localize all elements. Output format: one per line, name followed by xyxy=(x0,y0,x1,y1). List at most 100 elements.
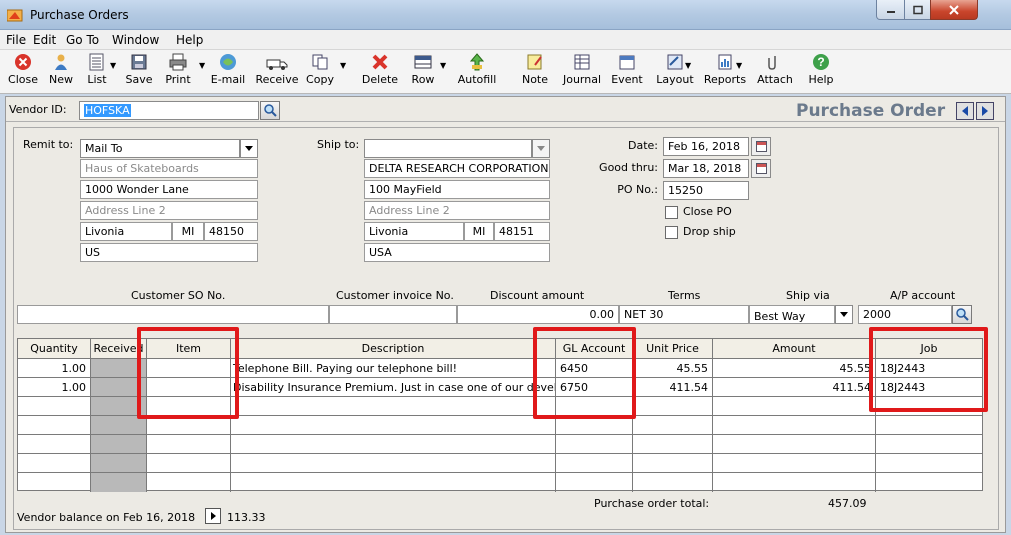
close-window-button[interactable] xyxy=(930,0,978,20)
drop-ship-checkbox[interactable] xyxy=(665,226,678,239)
remit-name-field[interactable]: Haus of Skateboards xyxy=(80,159,258,178)
po-number-field[interactable]: 15250 xyxy=(663,181,749,200)
empty-cell[interactable] xyxy=(713,397,876,416)
ship-via-dropdown-button[interactable] xyxy=(835,305,853,324)
menu-help[interactable]: Help xyxy=(176,33,203,47)
ship-address1-field[interactable]: 100 MayField xyxy=(364,180,550,199)
empty-cell[interactable] xyxy=(713,473,876,492)
empty-cell[interactable] xyxy=(556,473,633,492)
empty-cell[interactable] xyxy=(876,435,982,454)
maximize-button[interactable] xyxy=(904,0,931,20)
empty-cell[interactable] xyxy=(231,473,556,492)
ship-state-field[interactable]: MI xyxy=(464,222,494,241)
empty-cell[interactable] xyxy=(147,454,231,473)
row1-unit-price[interactable]: 45.55 xyxy=(633,359,713,378)
ship-to-select[interactable] xyxy=(364,139,532,158)
row2-amount[interactable]: 411.54 xyxy=(713,378,876,397)
autofill-button[interactable]: Autofill xyxy=(456,53,498,91)
empty-cell[interactable] xyxy=(556,435,633,454)
remit-country-field[interactable]: US xyxy=(80,243,258,262)
vendor-id-field[interactable]: HOFSKA xyxy=(79,101,259,120)
vendor-balance-detail-button[interactable] xyxy=(205,508,221,524)
row2-unit-price[interactable]: 411.54 xyxy=(633,378,713,397)
empty-cell[interactable] xyxy=(633,397,713,416)
remit-zip-field[interactable]: 48150 xyxy=(204,222,258,241)
empty-cell[interactable] xyxy=(147,435,231,454)
delete-button[interactable]: Delete xyxy=(360,53,400,91)
row1-amount[interactable]: 45.55 xyxy=(713,359,876,378)
ap-account-field[interactable]: 2000 xyxy=(858,305,952,324)
vendor-lookup-button[interactable] xyxy=(260,101,280,120)
list-button[interactable]: List ▼ xyxy=(80,53,116,91)
date-calendar-button[interactable] xyxy=(751,137,771,156)
reports-button[interactable]: Reports ▼ xyxy=(700,53,750,91)
help-button[interactable]: ? Help xyxy=(806,53,836,91)
good-thru-calendar-button[interactable] xyxy=(751,159,771,178)
empty-cell[interactable] xyxy=(876,416,982,435)
ship-address2-field[interactable]: Address Line 2 xyxy=(364,201,550,220)
ship-zip-field[interactable]: 48151 xyxy=(494,222,550,241)
customer-invoice-field[interactable] xyxy=(329,305,457,324)
previous-record-button[interactable] xyxy=(956,102,974,120)
note-button[interactable]: Note xyxy=(520,53,550,91)
remit-address1-field[interactable]: 1000 Wonder Lane xyxy=(80,180,258,199)
empty-cell[interactable] xyxy=(713,435,876,454)
row2-description[interactable]: Disability Insurance Premium. Just in ca… xyxy=(231,378,556,397)
ship-via-select[interactable]: Best Way xyxy=(749,305,835,324)
save-button[interactable]: Save xyxy=(124,53,154,91)
empty-cell[interactable] xyxy=(876,454,982,473)
menu-go-to[interactable]: Go To xyxy=(66,33,99,47)
discount-amount-field[interactable]: 0.00 xyxy=(457,305,619,324)
ship-country-field[interactable]: USA xyxy=(364,243,550,262)
empty-cell[interactable] xyxy=(713,416,876,435)
customer-so-field[interactable] xyxy=(17,305,329,324)
empty-cell[interactable] xyxy=(633,416,713,435)
empty-cell[interactable] xyxy=(231,454,556,473)
menu-window[interactable]: Window xyxy=(112,33,159,47)
remit-to-select[interactable]: Mail To xyxy=(80,139,240,158)
ap-account-lookup-button[interactable] xyxy=(952,305,972,324)
receive-button[interactable]: Receive xyxy=(254,53,300,91)
menu-edit[interactable]: Edit xyxy=(33,33,56,47)
row-button[interactable]: Row ▼ xyxy=(408,53,446,91)
ship-city-field[interactable]: Livonia xyxy=(364,222,464,241)
layout-button[interactable]: Layout ▼ xyxy=(655,53,695,91)
remit-to-dropdown-button[interactable] xyxy=(240,139,258,158)
minimize-button[interactable] xyxy=(876,0,905,20)
menu-file[interactable]: File xyxy=(6,33,26,47)
terms-field[interactable]: NET 30 xyxy=(619,305,749,324)
copy-button[interactable]: Copy ▼ xyxy=(302,53,346,91)
empty-cell[interactable] xyxy=(713,454,876,473)
empty-cell[interactable] xyxy=(18,397,91,416)
next-record-button[interactable] xyxy=(976,102,994,120)
attach-button[interactable]: Attach xyxy=(754,53,796,91)
new-button[interactable]: New xyxy=(44,53,78,91)
empty-cell[interactable] xyxy=(18,435,91,454)
empty-cell[interactable] xyxy=(231,397,556,416)
close-button[interactable]: Close xyxy=(5,53,41,91)
remit-address2-field[interactable]: Address Line 2 xyxy=(80,201,258,220)
empty-cell[interactable] xyxy=(18,454,91,473)
empty-cell[interactable] xyxy=(556,454,633,473)
event-button[interactable]: Event xyxy=(610,53,644,91)
good-thru-field[interactable]: Mar 18, 2018 xyxy=(663,159,749,178)
date-field[interactable]: Feb 16, 2018 xyxy=(663,137,749,156)
row2-quantity[interactable]: 1.00 xyxy=(18,378,91,397)
empty-cell[interactable] xyxy=(231,435,556,454)
ship-to-dropdown-button[interactable] xyxy=(532,139,550,158)
row1-description[interactable]: Telephone Bill. Paying our telephone bil… xyxy=(231,359,556,378)
empty-cell[interactable] xyxy=(18,473,91,492)
close-po-checkbox[interactable] xyxy=(665,206,678,219)
ship-name-field[interactable]: DELTA RESEARCH CORPORATION xyxy=(364,159,550,178)
row1-quantity[interactable]: 1.00 xyxy=(18,359,91,378)
remit-city-field[interactable]: Livonia xyxy=(80,222,172,241)
journal-button[interactable]: Journal xyxy=(562,53,602,91)
empty-cell[interactable] xyxy=(18,416,91,435)
remit-state-field[interactable]: MI xyxy=(172,222,204,241)
empty-cell[interactable] xyxy=(876,473,982,492)
email-button[interactable]: E-mail xyxy=(208,53,248,91)
empty-cell[interactable] xyxy=(633,473,713,492)
empty-cell[interactable] xyxy=(633,435,713,454)
empty-cell[interactable] xyxy=(147,473,231,492)
print-button[interactable]: Print ▼ xyxy=(161,53,205,91)
